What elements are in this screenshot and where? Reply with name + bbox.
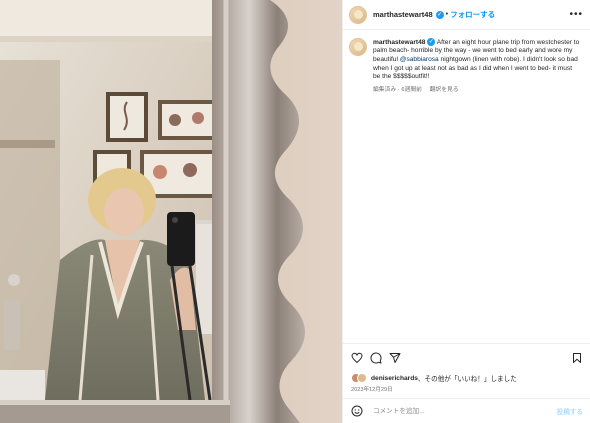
translate-link[interactable]: 翻訳を見る: [430, 87, 459, 93]
liker-avatar[interactable]: [357, 373, 367, 383]
comment-input[interactable]: [371, 406, 545, 416]
comment-icon[interactable]: [370, 352, 382, 364]
likes-summary: deniserichards 、その他 が「いいね！」しました: [351, 373, 517, 383]
verified-badge-icon: ✓: [435, 10, 444, 19]
heart-icon[interactable]: [351, 352, 363, 364]
mirror-selfie-photo: [0, 0, 342, 423]
more-horizontal-icon[interactable]: •••: [569, 9, 583, 20]
post-photo[interactable]: [0, 0, 342, 423]
comment-box: 投稿する: [343, 398, 590, 423]
liker-username[interactable]: deniserichards: [371, 375, 418, 382]
caption-text: marthastewart48 ✓ After an eight hour pl…: [373, 38, 581, 94]
instagram-post: marthastewart48 ✓ • フォローする ••• marthaste…: [0, 0, 590, 423]
caption-avatar[interactable]: [349, 38, 367, 56]
likes-suffix: が「いいね！」しました: [444, 376, 517, 383]
caption-username[interactable]: marthastewart48: [373, 39, 425, 46]
smiley-icon[interactable]: [351, 405, 363, 417]
caption-meta: 編集済み · 6週間前 翻訳を見る: [373, 86, 581, 95]
avatar[interactable]: [349, 5, 367, 24]
follow-button[interactable]: フォローする: [450, 9, 495, 20]
post-comment-button[interactable]: 投稿する: [557, 406, 583, 416]
post-sidebar: marthastewart48 ✓ • フォローする ••• marthaste…: [342, 0, 590, 423]
likes-others-prefix: 、その他: [417, 376, 445, 383]
action-bar: [343, 343, 590, 371]
edited-timestamp: 編集済み · 6週間前: [373, 86, 422, 93]
header-separator: •: [445, 11, 449, 18]
post-date: 2023年12月29日: [351, 387, 393, 393]
caption-mention-link[interactable]: @sabbiarosa: [400, 56, 439, 63]
header-username[interactable]: marthastewart48: [373, 10, 433, 19]
caption-verified-badge-icon: ✓: [427, 38, 436, 46]
post-header: marthastewart48 ✓ • フォローする •••: [343, 0, 590, 30]
caption: marthastewart48 ✓ After an eight hour pl…: [349, 38, 585, 94]
bookmark-icon[interactable]: [571, 352, 583, 364]
paper-plane-icon[interactable]: [389, 352, 401, 364]
